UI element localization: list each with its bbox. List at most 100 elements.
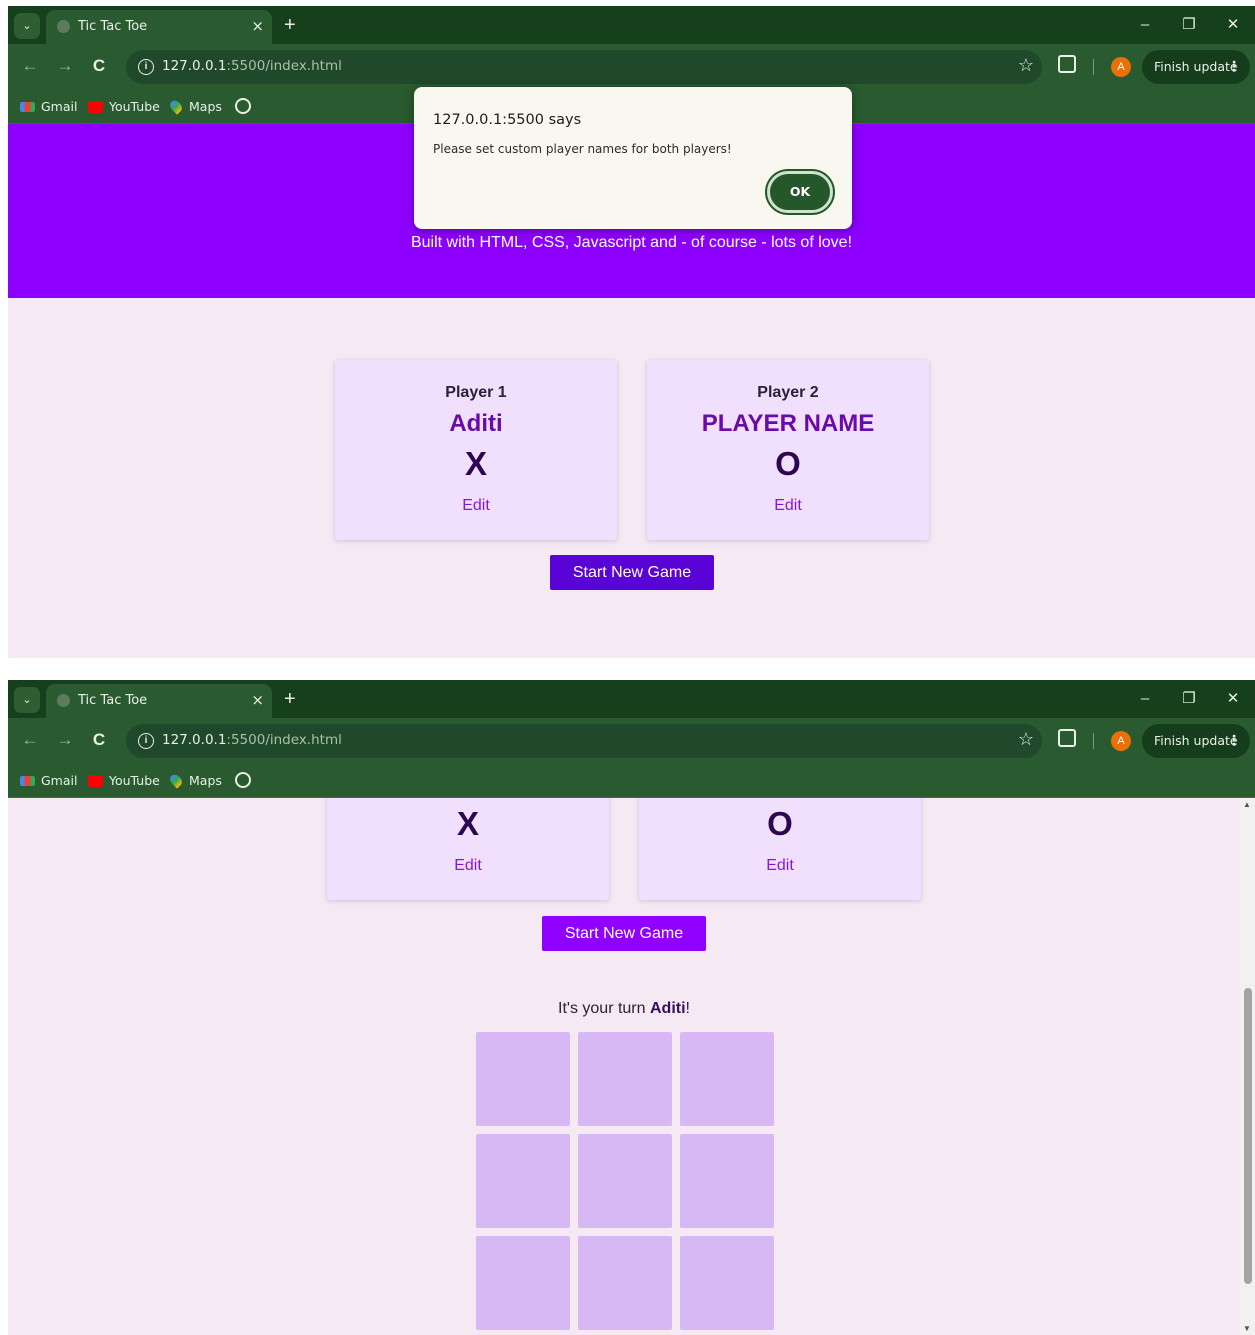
- screenshot-alert: ⌄ Tic Tac Toe × + – ❐ ✕ ← → C i 127.0.0.…: [8, 6, 1255, 658]
- board-cell[interactable]: [578, 1032, 672, 1126]
- browser-tab[interactable]: Tic Tac Toe ×: [46, 10, 272, 44]
- youtube-icon: [88, 100, 103, 113]
- url-text: 127.0.0.1:5500/index.html: [162, 58, 342, 74]
- back-arrow-icon[interactable]: ←: [18, 728, 42, 752]
- board-cell[interactable]: [476, 1032, 570, 1126]
- header-tagline: Built with HTML, CSS, Javascript and - o…: [410, 234, 853, 251]
- forward-arrow-icon[interactable]: →: [53, 728, 77, 752]
- globe-bookmark-icon[interactable]: [235, 98, 251, 114]
- scrollbar-thumb[interactable]: [1244, 988, 1252, 1284]
- profile-avatar[interactable]: A: [1111, 57, 1131, 77]
- globe-bookmark-icon[interactable]: [235, 772, 251, 788]
- restore-button[interactable]: ❐: [1167, 6, 1211, 44]
- bookmarks-bar: Gmail YouTube Maps: [8, 764, 1255, 798]
- more-menu-icon: ⋮: [1227, 59, 1241, 75]
- finish-update-button[interactable]: Finish update ⋮: [1142, 50, 1250, 84]
- bookmark-maps[interactable]: Maps: [167, 772, 222, 789]
- more-menu-icon: ⋮: [1227, 733, 1241, 749]
- maps-icon: [167, 98, 185, 115]
- start-new-game-button[interactable]: Start New Game: [542, 916, 706, 951]
- bookmark-gmail[interactable]: Gmail: [20, 99, 77, 114]
- close-window-button[interactable]: ✕: [1211, 680, 1255, 718]
- player-1-symbol: X: [456, 805, 479, 842]
- active-player-name: Aditi: [649, 1000, 686, 1017]
- browser-tab[interactable]: Tic Tac Toe ×: [46, 684, 272, 718]
- globe-icon: [57, 20, 70, 33]
- bookmark-gmail[interactable]: Gmail: [20, 773, 77, 788]
- board-cell[interactable]: [578, 1236, 672, 1330]
- player-2-edit-button[interactable]: Edit: [647, 497, 929, 515]
- extensions-icon[interactable]: [1058, 729, 1076, 747]
- toolbar-divider: [1093, 733, 1094, 749]
- gmail-icon: [20, 101, 35, 112]
- minimize-button[interactable]: –: [1123, 6, 1167, 44]
- profile-avatar[interactable]: A: [1111, 731, 1131, 751]
- tab-strip: ⌄ Tic Tac Toe × + – ❐ ✕: [8, 6, 1255, 44]
- address-bar[interactable]: i 127.0.0.1:5500/index.html ☆: [126, 50, 1042, 84]
- bookmark-maps[interactable]: Maps: [167, 98, 222, 115]
- start-new-game-button[interactable]: Start New Game: [550, 555, 714, 590]
- back-arrow-icon[interactable]: ←: [18, 54, 42, 78]
- board-cell[interactable]: [476, 1134, 570, 1228]
- extensions-icon[interactable]: [1058, 55, 1076, 73]
- screenshot-game-board: X Edit O Edit Start New Game It's your t…: [8, 680, 1255, 1335]
- globe-icon: [57, 694, 70, 707]
- youtube-icon: [88, 774, 103, 787]
- bookmark-youtube[interactable]: YouTube: [88, 99, 160, 114]
- player-1-edit-button[interactable]: Edit: [335, 497, 617, 515]
- scroll-up-icon[interactable]: ▲: [1243, 800, 1251, 809]
- player-2-edit-button[interactable]: Edit: [639, 857, 921, 875]
- close-window-button[interactable]: ✕: [1211, 6, 1255, 44]
- toolbar-divider: [1093, 59, 1094, 75]
- browser-toolbar: ← → C i 127.0.0.1:5500/index.html ☆ A Fi…: [8, 44, 1255, 90]
- board-cell[interactable]: [680, 1236, 774, 1330]
- gmail-icon: [20, 775, 35, 786]
- close-tab-icon[interactable]: ×: [251, 691, 264, 709]
- player-1-edit-button[interactable]: Edit: [327, 857, 609, 875]
- minimize-button[interactable]: –: [1123, 680, 1167, 718]
- scroll-down-icon[interactable]: ▼: [1243, 1324, 1251, 1333]
- bookmark-youtube[interactable]: YouTube: [88, 773, 160, 788]
- tab-title: Tic Tac Toe: [78, 19, 148, 34]
- alert-ok-button[interactable]: OK: [767, 171, 833, 213]
- board-cell[interactable]: [680, 1032, 774, 1126]
- finish-update-button[interactable]: Finish update ⋮: [1142, 724, 1250, 758]
- player-2-symbol: O: [775, 445, 801, 482]
- new-tab-button[interactable]: +: [284, 687, 296, 711]
- reload-icon[interactable]: C: [87, 54, 111, 78]
- reload-icon[interactable]: C: [87, 728, 111, 752]
- close-tab-icon[interactable]: ×: [251, 17, 264, 35]
- player-1-symbol: X: [464, 445, 487, 482]
- board-cell[interactable]: [578, 1134, 672, 1228]
- new-tab-button[interactable]: +: [284, 13, 296, 37]
- forward-arrow-icon[interactable]: →: [53, 54, 77, 78]
- tab-search-button[interactable]: ⌄: [14, 13, 40, 39]
- page-scrollbar[interactable]: ▲ ▼: [1240, 798, 1255, 1335]
- alert-dialog: 127.0.0.1:5500 says Please set custom pl…: [414, 87, 852, 229]
- alert-message: Please set custom player names for both …: [433, 142, 732, 156]
- bookmark-star-icon[interactable]: ☆: [1018, 55, 1034, 76]
- player-2-card: Player 2 PLAYER NAME O Edit: [647, 360, 929, 540]
- tab-strip: ⌄ Tic Tac Toe × + – ❐ ✕: [8, 680, 1255, 718]
- player-1-name: Aditi: [449, 410, 503, 437]
- player-1-heading: Player 1: [445, 384, 507, 401]
- site-info-icon[interactable]: i: [138, 59, 154, 75]
- url-text: 127.0.0.1:5500/index.html: [162, 732, 342, 748]
- browser-toolbar: ← → C i 127.0.0.1:5500/index.html ☆ A Fi…: [8, 718, 1255, 764]
- active-player-turn: It's your turn Aditi!: [558, 1000, 690, 1017]
- tab-search-button[interactable]: ⌄: [14, 687, 40, 713]
- maps-icon: [167, 772, 185, 789]
- game-board: [476, 1032, 774, 1330]
- board-cell[interactable]: [680, 1134, 774, 1228]
- address-bar[interactable]: i 127.0.0.1:5500/index.html ☆: [126, 724, 1042, 758]
- bookmark-star-icon[interactable]: ☆: [1018, 729, 1034, 750]
- player-2-symbol: O: [767, 805, 793, 842]
- player-1-card: Player 1 Aditi X Edit: [335, 360, 617, 540]
- player-2-heading: Player 2: [757, 384, 819, 401]
- restore-button[interactable]: ❐: [1167, 680, 1211, 718]
- player-2-name: PLAYER NAME: [701, 410, 875, 437]
- board-cell[interactable]: [476, 1236, 570, 1330]
- alert-title: 127.0.0.1:5500 says: [433, 112, 582, 128]
- site-info-icon[interactable]: i: [138, 733, 154, 749]
- tab-title: Tic Tac Toe: [78, 693, 148, 708]
